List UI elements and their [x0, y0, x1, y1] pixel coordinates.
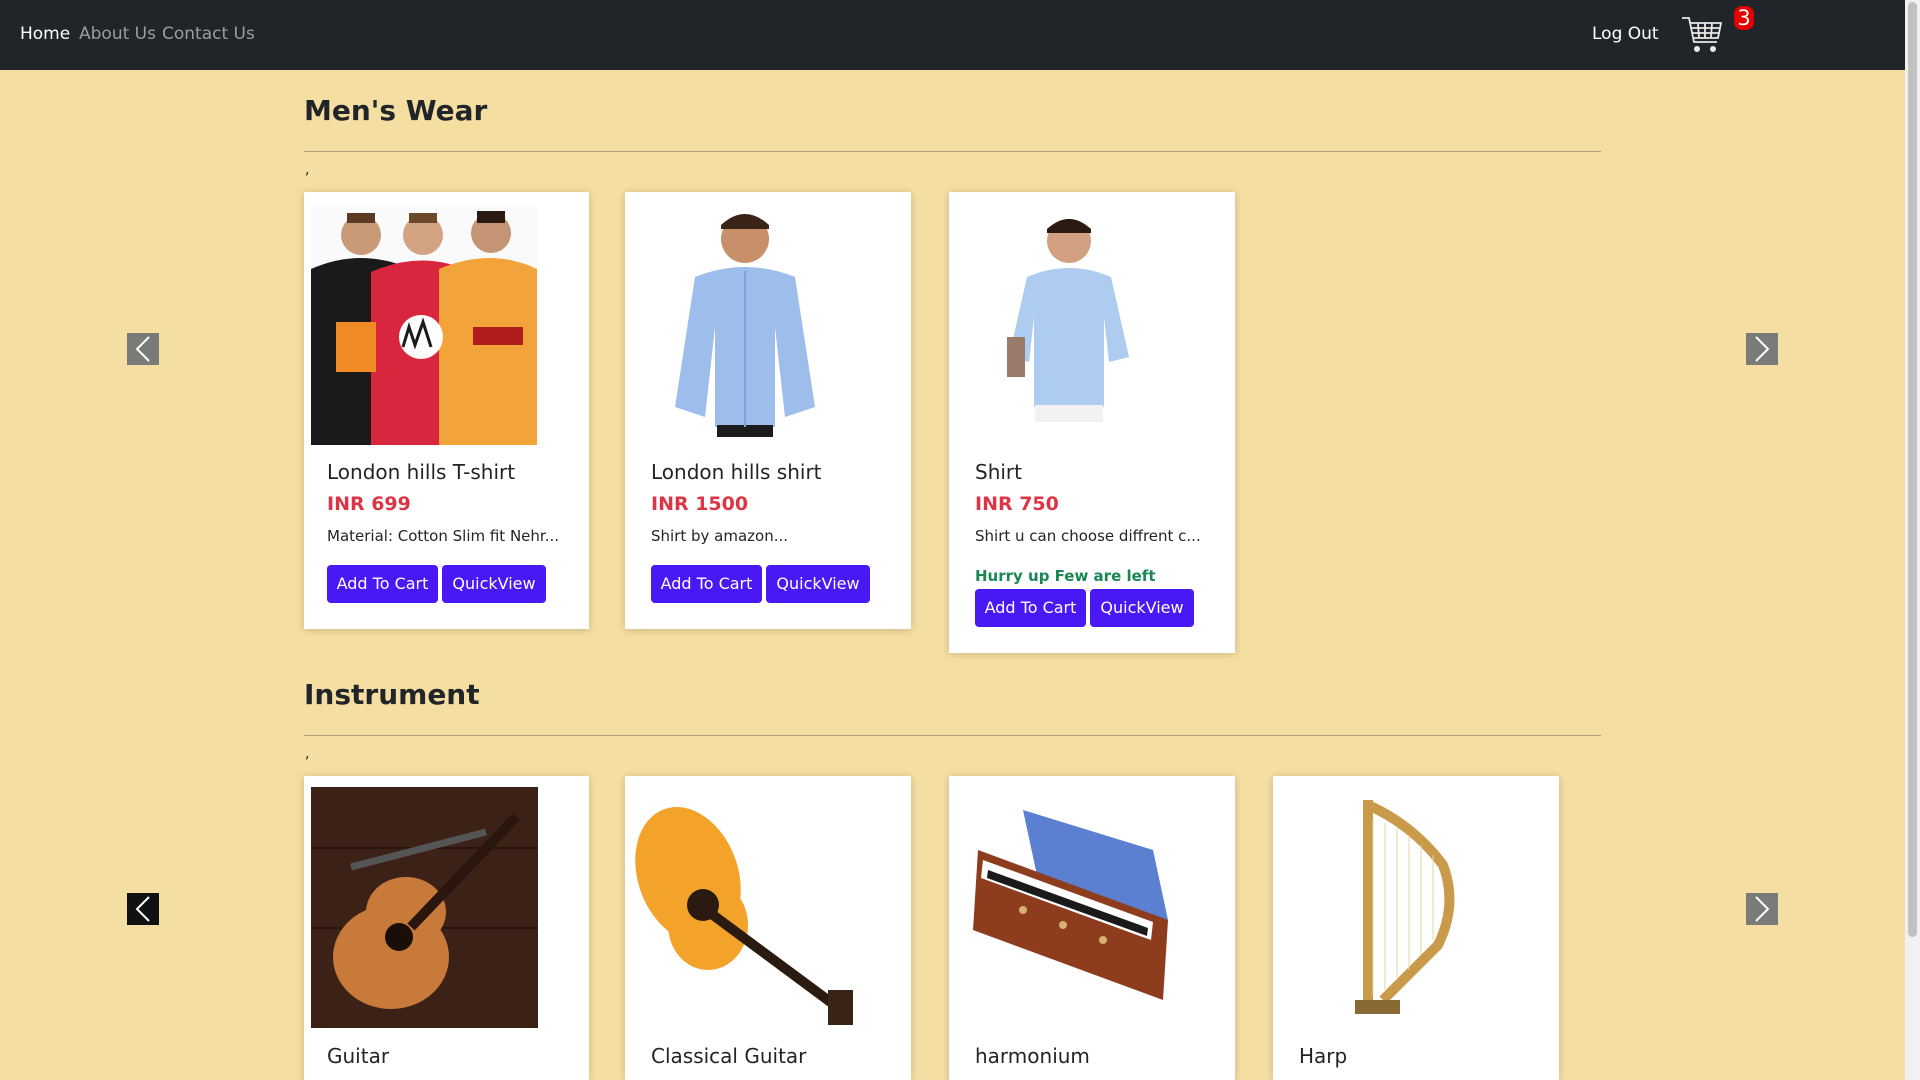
chevron-left-icon: [135, 336, 150, 362]
product-card: London hills T-shirt INR 699 Material: C…: [304, 192, 589, 629]
quickview-button[interactable]: QuickView: [442, 565, 546, 603]
product-image-tshirts[interactable]: [311, 207, 537, 445]
add-to-cart-button[interactable]: Add To Cart: [327, 565, 438, 603]
product-price: INR 750: [975, 493, 1059, 515]
product-price: INR 1500: [651, 493, 749, 515]
section-title-mens-wear: Men's Wear: [304, 94, 488, 127]
carousel-prev-button[interactable]: [127, 333, 159, 365]
section-title-instrument: Instrument: [304, 678, 480, 711]
product-image-shirt[interactable]: [989, 207, 1149, 422]
cart-icon[interactable]: [1680, 12, 1724, 56]
section-tick: ,: [305, 162, 310, 178]
product-image-guitar[interactable]: [311, 787, 538, 1028]
nav-contact-link[interactable]: Contact Us: [162, 24, 255, 44]
section-divider: [304, 735, 1601, 736]
carousel-next-button[interactable]: [1746, 893, 1778, 925]
product-card: Harp: [1273, 776, 1559, 1080]
product-name[interactable]: Shirt: [975, 460, 1022, 484]
product-name[interactable]: Classical Guitar: [651, 1044, 806, 1068]
product-card: London hills shirt INR 1500 Shirt by ama…: [625, 192, 911, 629]
product-name[interactable]: Guitar: [327, 1044, 389, 1068]
top-navbar: Home About Us Contact Us Log Out 3: [0, 0, 1905, 70]
product-image-harmonium[interactable]: [963, 800, 1188, 1015]
product-description: Shirt u can choose diffrent c...: [975, 527, 1201, 545]
carousel-next-button[interactable]: [1746, 333, 1778, 365]
product-card: Guitar: [304, 776, 589, 1080]
chevron-right-icon: [1755, 896, 1770, 922]
product-card: harmonium: [949, 776, 1235, 1080]
section-tick: ,: [305, 746, 310, 762]
product-description: Shirt by amazon...: [651, 527, 789, 545]
nav-home-link[interactable]: Home: [20, 24, 70, 44]
product-image-classical-guitar[interactable]: [633, 785, 863, 1030]
product-card: Shirt INR 750 Shirt u can choose diffren…: [949, 192, 1235, 653]
nav-about-link[interactable]: About Us: [79, 24, 156, 44]
product-card: Classical Guitar: [625, 776, 911, 1080]
product-image-harp[interactable]: [1343, 795, 1468, 1020]
stock-warning: Hurry up Few are left: [975, 567, 1156, 585]
product-name[interactable]: London hills shirt: [651, 460, 822, 484]
add-to-cart-button[interactable]: Add To Cart: [975, 589, 1086, 627]
carousel-prev-button[interactable]: [127, 893, 159, 925]
product-image-shirt[interactable]: [655, 207, 835, 437]
quickview-button[interactable]: QuickView: [766, 565, 870, 603]
quickview-button[interactable]: QuickView: [1090, 589, 1194, 627]
product-name[interactable]: harmonium: [975, 1044, 1090, 1068]
add-to-cart-button[interactable]: Add To Cart: [651, 565, 762, 603]
logout-link[interactable]: Log Out: [1592, 24, 1659, 44]
product-price: INR 699: [327, 493, 411, 515]
product-description: Material: Cotton Slim fit Nehr...: [327, 527, 560, 545]
product-name[interactable]: Harp: [1299, 1044, 1347, 1068]
chevron-right-icon: [1755, 336, 1770, 362]
chevron-left-icon: [135, 896, 150, 922]
cart-count-badge: 3: [1734, 6, 1754, 30]
product-name[interactable]: London hills T-shirt: [327, 460, 515, 484]
scrollbar-thumb[interactable]: [1908, 2, 1917, 937]
section-divider: [304, 151, 1601, 152]
